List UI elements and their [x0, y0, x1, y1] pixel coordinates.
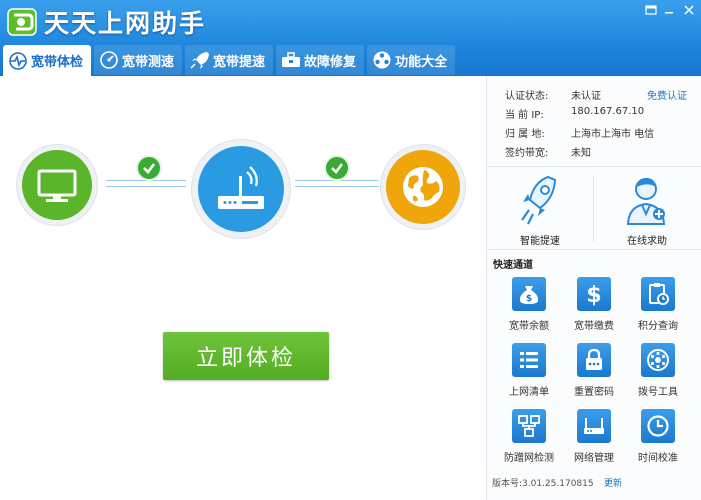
info-label: 认证状态: — [505, 91, 549, 102]
rotary-phone-icon — [641, 343, 675, 377]
free-auth-link[interactable]: 免费认证 — [647, 87, 687, 102]
smart-speedup-button[interactable]: 智能提速 — [487, 168, 593, 249]
tab-all-functions[interactable]: 功能大全 — [367, 45, 456, 75]
info-row-location: 归 属 地: 上海市上海市 电信 — [505, 125, 654, 141]
monitor-icon — [37, 169, 77, 202]
dollar-icon: $ — [577, 277, 611, 311]
start-check-button[interactable]: 立即体检 — [163, 332, 329, 380]
info-label: 当 前 IP: — [505, 110, 544, 121]
info-label: 签约带宽: — [505, 148, 549, 159]
internet-node — [380, 144, 466, 230]
close-icon — [684, 5, 694, 15]
tab-label: 故障修复 — [304, 54, 357, 70]
info-value: 180.167.67.10 — [571, 106, 645, 117]
router-icon — [218, 166, 264, 209]
router-node — [191, 139, 291, 239]
quick-item-label: 宽带余额 — [509, 321, 549, 332]
clock-icon — [641, 409, 675, 443]
info-row-ip: 当 前 IP: 180.167.67.10 — [505, 106, 644, 122]
info-value: 上海市上海市 电信 — [571, 129, 655, 140]
info-row-auth-status: 认证状态: 未认证 — [505, 87, 601, 103]
health-check-panel: 立即体检 — [0, 76, 486, 500]
quick-item-dial-tool[interactable]: 拨号工具 — [625, 343, 689, 403]
quick-item-reset-password[interactable]: 重置密码 — [561, 343, 625, 403]
info-value: 未认证 — [571, 91, 601, 102]
list-icon — [512, 343, 546, 377]
quick-item-label: 积分查询 — [638, 321, 678, 332]
info-row-bandwidth: 签约带宽: 未知 — [505, 144, 591, 160]
skin-icon — [645, 5, 657, 15]
svg-text:$: $ — [526, 294, 532, 304]
connection-info: 认证状态: 未认证 当 前 IP: 180.167.67.10 归 属 地: 上… — [487, 76, 701, 167]
main-tabs: 宽带体检 宽带测速 宽带提速 故障修复 功能大全 — [3, 45, 458, 76]
side-panel: 认证状态: 未认证 当 前 IP: 180.167.67.10 归 属 地: 上… — [486, 76, 701, 500]
money-bag-icon: $ — [512, 277, 546, 311]
close-button[interactable] — [678, 1, 700, 19]
quick-item-usage-list[interactable]: 上网清单 — [496, 343, 560, 403]
quick-item-label: 宽带缴费 — [574, 321, 614, 332]
footer: 版本号:3.01.25.170815 更新 — [487, 474, 701, 500]
tab-speed-test[interactable]: 宽带测速 — [94, 45, 183, 75]
rocket-icon — [521, 175, 557, 225]
quick-item-anti-leech[interactable]: 防蹭网检测 — [496, 409, 560, 469]
button-label: 在线求助 — [627, 236, 667, 247]
app-logo-icon — [7, 8, 37, 36]
health-check-icon — [7, 50, 29, 72]
tab-repair[interactable]: 故障修复 — [276, 45, 365, 75]
router-icon — [577, 409, 611, 443]
quick-item-payment[interactable]: $ 宽带缴费 — [561, 277, 625, 337]
tab-label: 功能大全 — [395, 54, 448, 70]
title-bar: 天天上网助手 宽带体检 宽带测速 宽带提速 故障修复 功能大全 — [0, 0, 701, 76]
quick-item-time-sync[interactable]: 时间校准 — [625, 409, 689, 469]
quick-item-points[interactable]: 积分查询 — [625, 277, 689, 337]
minimize-icon — [665, 12, 673, 14]
quick-item-balance[interactable]: $ 宽带余额 — [496, 277, 560, 337]
info-label: 归 属 地: — [505, 129, 545, 140]
quick-item-label: 拨号工具 — [638, 387, 678, 398]
quick-item-label: 防蹭网检测 — [504, 453, 554, 464]
apps-icon — [371, 49, 393, 71]
connection-line — [106, 186, 186, 187]
update-link[interactable]: 更新 — [604, 476, 622, 489]
info-value: 未知 — [571, 148, 591, 159]
check-icon — [136, 155, 162, 181]
app-title: 天天上网助手 — [44, 9, 207, 38]
svg-text:$: $ — [586, 283, 601, 307]
clipboard-clock-icon — [641, 277, 675, 311]
lock-icon — [577, 343, 611, 377]
toolbox-icon — [280, 49, 302, 71]
tab-label: 宽带提速 — [213, 54, 266, 70]
quick-item-network-manage[interactable]: 网络管理 — [561, 409, 625, 469]
speedometer-icon — [98, 49, 120, 71]
support-agent-icon — [626, 178, 666, 225]
tab-label: 宽带测速 — [122, 54, 175, 70]
check-icon — [324, 155, 350, 181]
minimize-button[interactable] — [658, 1, 680, 19]
tab-speed-up[interactable]: 宽带提速 — [185, 45, 274, 75]
network-icon — [512, 409, 546, 443]
version-text: 版本号:3.01.25.170815 — [492, 479, 594, 489]
feature-buttons: 智能提速 在线求助 — [487, 168, 701, 250]
quick-item-label: 时间校准 — [638, 453, 678, 464]
tab-health-check[interactable]: 宽带体检 — [3, 45, 92, 76]
connection-line — [295, 186, 379, 187]
online-help-button[interactable]: 在线求助 — [594, 168, 700, 249]
rocket-icon — [189, 49, 211, 71]
quick-access-title: 快速通道 — [493, 260, 533, 271]
tab-label: 宽带体检 — [31, 55, 84, 70]
computer-node — [16, 144, 98, 226]
quick-item-label: 重置密码 — [574, 387, 614, 398]
button-label: 智能提速 — [520, 236, 560, 247]
globe-icon — [403, 167, 443, 207]
quick-item-label: 上网清单 — [509, 387, 549, 398]
quick-item-label: 网络管理 — [574, 453, 614, 464]
